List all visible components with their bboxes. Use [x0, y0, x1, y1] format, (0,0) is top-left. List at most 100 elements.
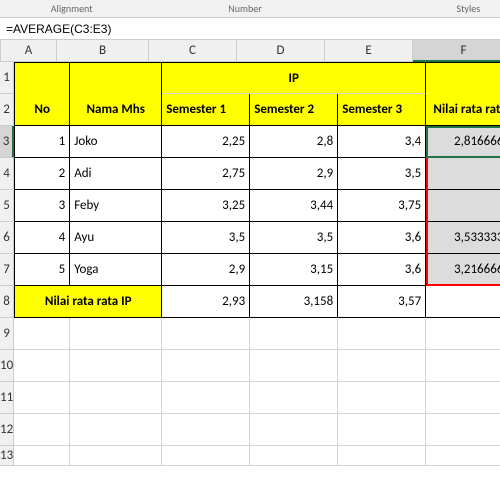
row-header-13[interactable]: 13	[0, 446, 14, 466]
cell-E9[interactable]	[338, 318, 426, 350]
cell-F13[interactable]	[426, 446, 500, 466]
col-header-F[interactable]: F	[413, 40, 500, 62]
cell-E6[interactable]: 3,6	[338, 222, 426, 254]
col-header-E[interactable]: E	[325, 40, 413, 62]
cell-C10[interactable]	[162, 350, 250, 382]
cell-C11[interactable]	[162, 382, 250, 414]
col-header-C[interactable]: C	[149, 40, 237, 62]
cell-C3[interactable]: 2,25	[162, 126, 250, 158]
cell-C2[interactable]: Semester 1	[162, 94, 250, 126]
col-header-B[interactable]: B	[57, 40, 149, 62]
cell-E10[interactable]	[338, 350, 426, 382]
cell-B6[interactable]: Ayu	[70, 222, 162, 254]
row-header-4[interactable]: 4	[0, 158, 14, 190]
cell-F12[interactable]	[426, 414, 500, 446]
cell-E4[interactable]: 3,5	[338, 158, 426, 190]
cell-E12[interactable]	[338, 414, 426, 446]
cell-E11[interactable]	[338, 382, 426, 414]
cell-E8[interactable]: 3,57	[338, 286, 426, 318]
cell-A8-merged[interactable]: Nilai rata rata IP	[14, 286, 162, 318]
cell-E3[interactable]: 3,4	[338, 126, 426, 158]
cell-B12[interactable]	[70, 414, 162, 446]
cell-C1-merged[interactable]: IP	[162, 62, 426, 94]
cell-B11[interactable]	[70, 382, 162, 414]
cell-F9[interactable]	[426, 318, 500, 350]
cell-F7[interactable]: 3,216666667	[426, 254, 500, 286]
cell-E5[interactable]: 3,75	[338, 190, 426, 222]
cell-B4[interactable]: Adi	[70, 158, 162, 190]
cell-A5[interactable]: 3	[14, 190, 70, 222]
cell-A9[interactable]	[14, 318, 70, 350]
cell-F11[interactable]	[426, 382, 500, 414]
cell-A10[interactable]	[14, 350, 70, 382]
cell-C8[interactable]: 2,93	[162, 286, 250, 318]
cell-A6[interactable]: 4	[14, 222, 70, 254]
ribbon-group-labels: Alignment Number Styles	[0, 0, 500, 18]
cell-F1[interactable]	[426, 62, 500, 94]
cell-C9[interactable]	[162, 318, 250, 350]
cell-F6[interactable]: 3,533333333	[426, 222, 500, 254]
cell-D9[interactable]	[250, 318, 338, 350]
row-header-10[interactable]: 10	[0, 350, 14, 382]
cell-D7[interactable]: 3,15	[250, 254, 338, 286]
cell-A4[interactable]: 2	[14, 158, 70, 190]
cell-B3[interactable]: Joko	[70, 126, 162, 158]
row-header-3[interactable]: 3	[0, 126, 14, 158]
cell-D2[interactable]: Semester 2	[250, 94, 338, 126]
cell-C13[interactable]	[162, 446, 250, 466]
cell-C6[interactable]: 3,5	[162, 222, 250, 254]
cell-C7[interactable]: 2,9	[162, 254, 250, 286]
cell-C4[interactable]: 2,75	[162, 158, 250, 190]
row-header-9[interactable]: 9	[0, 318, 14, 350]
cell-B2[interactable]: Nama Mhs	[70, 94, 162, 126]
cell-B5[interactable]: Feby	[70, 190, 162, 222]
ribbon-number-label: Number	[213, 2, 276, 15]
cell-B7[interactable]: Yoga	[70, 254, 162, 286]
cell-F5[interactable]: 3,48	[426, 190, 500, 222]
cell-D4[interactable]: 2,9	[250, 158, 338, 190]
formula-input[interactable]	[0, 20, 500, 38]
cell-C5[interactable]: 3,25	[162, 190, 250, 222]
cell-A11[interactable]	[14, 382, 70, 414]
cell-B9[interactable]	[70, 318, 162, 350]
cell-D11[interactable]	[250, 382, 338, 414]
cell-D8[interactable]: 3,158	[250, 286, 338, 318]
cell-D5[interactable]: 3,44	[250, 190, 338, 222]
cell-D10[interactable]	[250, 350, 338, 382]
cell-B13[interactable]	[70, 446, 162, 466]
cell-E2[interactable]: Semester 3	[338, 94, 426, 126]
cell-F2[interactable]: Nilai rata rata IP	[426, 94, 500, 126]
cell-F4[interactable]: 3,05	[426, 158, 500, 190]
cell-E13[interactable]	[338, 446, 426, 466]
row-header-8[interactable]: 8	[0, 286, 14, 318]
cell-A13[interactable]	[14, 446, 70, 466]
cell-D3[interactable]: 2,8	[250, 126, 338, 158]
cell-A1[interactable]	[14, 62, 70, 94]
cell-F10[interactable]	[426, 350, 500, 382]
row-header-1[interactable]: 1	[0, 62, 14, 94]
cell-E7[interactable]: 3,6	[338, 254, 426, 286]
cell-C12[interactable]	[162, 414, 250, 446]
cell-A2[interactable]: No	[14, 94, 70, 126]
row-header-2[interactable]: 2	[0, 94, 14, 126]
row-header-6[interactable]: 6	[0, 222, 14, 254]
column-header-row: A B C D E F	[0, 40, 500, 62]
select-all-corner[interactable]	[0, 40, 1, 62]
row-header-5[interactable]: 5	[0, 190, 14, 222]
cell-B10[interactable]	[70, 350, 162, 382]
cell-F3[interactable]: 2,816666667	[426, 126, 500, 158]
cell-A7[interactable]: 5	[14, 254, 70, 286]
row-header-11[interactable]: 11	[0, 382, 14, 414]
cell-F8[interactable]	[426, 286, 500, 318]
col-header-D[interactable]: D	[237, 40, 325, 62]
cell-A12[interactable]	[14, 414, 70, 446]
cell-D6[interactable]: 3,5	[250, 222, 338, 254]
row-header-7[interactable]: 7	[0, 254, 14, 286]
cell-B1[interactable]	[70, 62, 162, 94]
cell-D13[interactable]	[250, 446, 338, 466]
row-header-12[interactable]: 12	[0, 414, 14, 446]
cell-D12[interactable]	[250, 414, 338, 446]
formula-bar	[0, 18, 500, 40]
cell-A3[interactable]: 1	[14, 126, 70, 158]
col-header-A[interactable]: A	[1, 40, 57, 62]
